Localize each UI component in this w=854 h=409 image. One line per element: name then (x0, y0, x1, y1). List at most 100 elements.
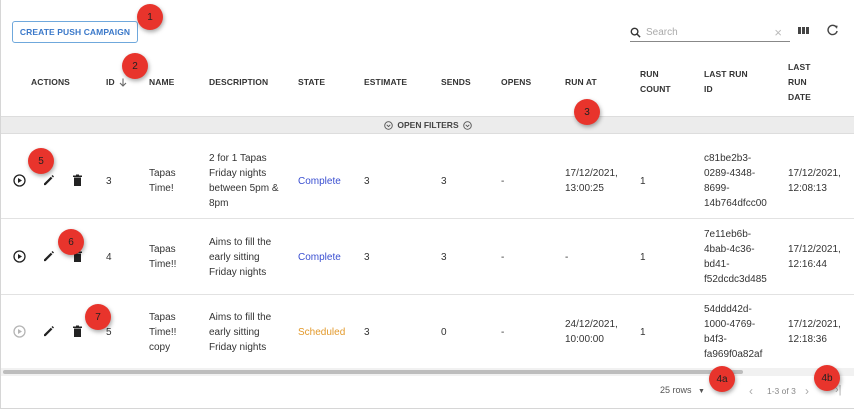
header-opens[interactable]: OPENS (501, 75, 531, 90)
chevron-down-circle-icon (462, 120, 472, 130)
cell-name-line: Time!! (149, 259, 177, 270)
cell-sends: 3 (441, 176, 447, 187)
header-id-label: ID (106, 77, 115, 87)
status-badge: Complete (298, 176, 341, 187)
header-last-run-date-line3: DATE (788, 92, 811, 102)
chevron-down-circle-icon (384, 120, 394, 130)
view-column-icon[interactable] (797, 24, 810, 37)
close-icon[interactable]: × (774, 25, 782, 40)
pencil-icon[interactable] (42, 325, 55, 338)
row-divider (1, 294, 854, 295)
header-run-count[interactable]: RUN COUNT (640, 67, 671, 97)
rows-per-page-select[interactable]: 25 rows ▼ (660, 385, 705, 395)
header-sends[interactable]: SENDS (441, 75, 471, 90)
play-circle-icon[interactable] (13, 174, 26, 187)
header-last-run-id[interactable]: LAST RUN ID (704, 67, 748, 97)
cell-last-run-id-line: c81be2b3- (704, 153, 752, 164)
cell-id: 4 (106, 252, 112, 263)
cell-last-run-date: 17/12/2021, 12:18:36 (788, 317, 841, 347)
annotation-badge: 1 (137, 4, 163, 30)
rows-per-page-value: 25 rows (660, 385, 692, 395)
header-id[interactable]: ID (106, 75, 127, 90)
cell-last-run-id: 7e11eb6b- 4bab-4c36- bd41- f52dcdc3d485 (704, 227, 767, 287)
annotation-badge: 7 (85, 304, 111, 330)
create-push-campaign-button[interactable]: CREATE PUSH CAMPAIGN (12, 21, 138, 43)
cell-name-line: Tapas (149, 244, 176, 255)
annotation-badge: 4b (814, 365, 840, 391)
header-last-run-id-line1: LAST RUN (704, 69, 748, 79)
cell-description-line: early sitting (209, 252, 260, 263)
header-last-run-date[interactable]: LAST RUN DATE (788, 60, 811, 105)
chevron-right-icon[interactable]: › (805, 384, 809, 398)
cell-description-line: Friday nights (209, 168, 267, 179)
cell-description-line: early sitting (209, 327, 260, 338)
cell-last-run-date: 17/12/2021, 12:16:44 (788, 242, 841, 272)
trash-icon[interactable] (72, 325, 83, 338)
cell-opens: - (501, 252, 505, 263)
annotation-badge: 5 (28, 148, 54, 174)
cell-last-run-id: 54ddd42d- 1000-4769- b4f3- fa969f0a82af (704, 302, 762, 362)
cell-name-line: Time!! (149, 327, 177, 338)
cell-last-run-id-line: 54ddd42d- (704, 304, 752, 315)
cell-run-at-line: 13:00:25 (565, 183, 604, 194)
header-last-run-id-line2: ID (704, 84, 713, 94)
chevron-left-icon[interactable]: ‹ (749, 384, 753, 398)
cell-run-count: 1 (640, 252, 646, 263)
scrollbar-thumb[interactable] (3, 370, 743, 374)
status-badge: Complete (298, 252, 341, 263)
cell-last-run-id: c81be2b3- 0289-4348- 8699- 14b764dfcc00 (704, 151, 767, 211)
arrow-down-icon[interactable] (119, 78, 127, 87)
trash-icon[interactable] (72, 174, 83, 187)
header-run-count-line2: COUNT (640, 84, 671, 94)
cell-estimate: 3 (364, 176, 370, 187)
header-estimate[interactable]: ESTIMATE (364, 75, 407, 90)
cell-description-line: between 5pm & (209, 183, 279, 194)
cell-last-run-id-line: bd41- (704, 259, 730, 270)
row-divider (1, 218, 854, 219)
cell-run-at-line: 10:00:00 (565, 334, 604, 345)
cell-run-count: 1 (640, 176, 646, 187)
header-run-at[interactable]: RUN AT (565, 75, 597, 90)
header-last-run-date-line1: LAST (788, 62, 811, 72)
cell-run-count: 1 (640, 327, 646, 338)
cell-last-run-date-line: 12:16:44 (788, 259, 827, 270)
cell-last-run-date: 17/12/2021, 12:08:13 (788, 166, 841, 196)
cell-run-at: - (565, 252, 569, 263)
cell-description: 2 for 1 Tapas Friday nights between 5pm … (209, 151, 279, 211)
pagination-range: 1-3 of 3 (767, 386, 796, 396)
cell-name-line: Tapas (149, 312, 176, 323)
open-filters-bar[interactable]: OPEN FILTERS (1, 116, 854, 134)
header-state[interactable]: STATE (298, 75, 325, 90)
cell-description-line: Aims to fill the (209, 312, 272, 323)
cell-last-run-date-line: 17/12/2021, (788, 319, 841, 330)
cell-run-at-line: 17/12/2021, (565, 168, 618, 179)
header-run-count-line1: RUN (640, 69, 659, 79)
search-input[interactable] (646, 27, 766, 38)
cell-last-run-id-line: 14b764dfcc00 (704, 198, 767, 209)
cell-description-line: Aims to fill the (209, 237, 272, 248)
cell-description: Aims to fill the early sitting Friday ni… (209, 310, 271, 355)
annotation-badge: 6 (58, 229, 84, 255)
cell-description-line: 2 for 1 Tapas (209, 153, 267, 164)
pencil-icon[interactable] (42, 174, 55, 187)
cell-last-run-date-line: 17/12/2021, (788, 244, 841, 255)
cell-last-run-date-line: 12:18:36 (788, 334, 827, 345)
search-field[interactable]: × (630, 24, 790, 42)
header-name[interactable]: NAME (149, 75, 174, 90)
play-circle-icon[interactable] (13, 325, 26, 338)
play-circle-icon[interactable] (13, 250, 26, 263)
refresh-icon[interactable] (826, 24, 839, 37)
pencil-icon[interactable] (42, 250, 55, 263)
cell-sends: 3 (441, 252, 447, 263)
campaign-table-panel: CREATE PUSH CAMPAIGN × ACTIONS ID NAME D… (0, 0, 854, 409)
cell-name: Tapas Time!! (149, 242, 176, 272)
cell-last-run-id-line: 7e11eb6b- (704, 229, 752, 240)
cell-last-run-date-line: 17/12/2021, (788, 168, 841, 179)
header-description[interactable]: DESCRIPTION (209, 75, 268, 90)
cell-name-line: Tapas (149, 168, 176, 179)
cell-last-run-id-line: 8699- (704, 183, 730, 194)
annotation-badge: 4a (709, 366, 735, 392)
search-icon (630, 27, 641, 38)
cell-last-run-id-line: f52dcdc3d485 (704, 274, 767, 285)
cell-name: Tapas Time! (149, 166, 176, 196)
